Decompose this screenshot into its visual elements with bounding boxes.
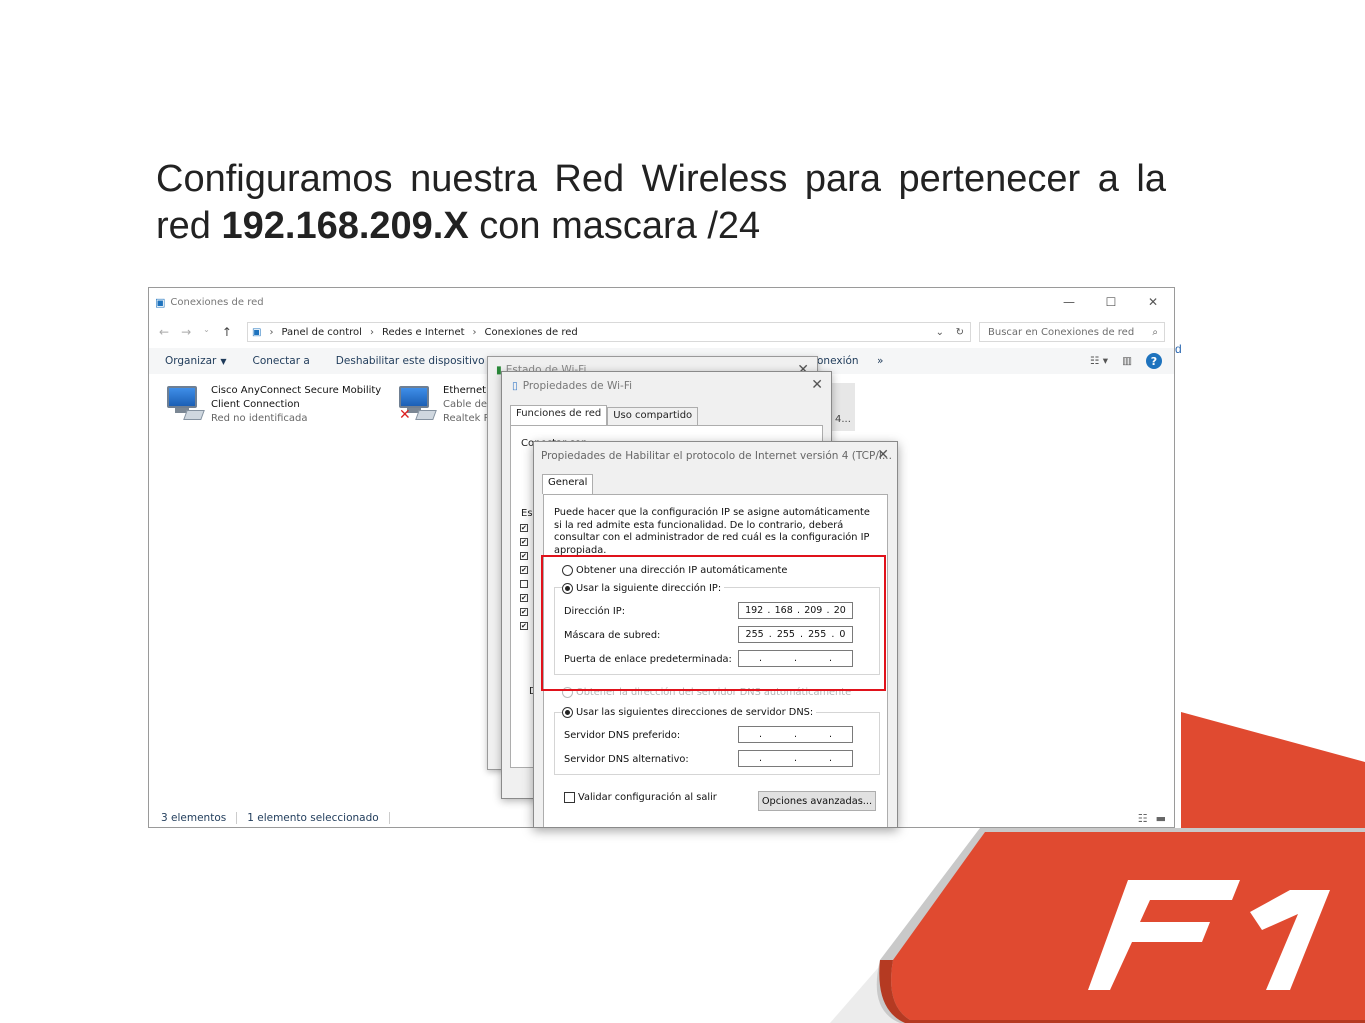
connection-button-fragment[interactable]: onexión	[817, 355, 859, 367]
manual-dns-radio[interactable]: Usar las siguientes direcciones de servi…	[562, 707, 817, 718]
selection-count: 1 elemento seleccionado	[247, 812, 379, 824]
connection-item-ethernet[interactable]: ✕ Ethernet Cable de Realtek P	[397, 384, 490, 426]
item-count: 3 elementos	[161, 812, 227, 824]
breadcrumb-item[interactable]: Redes e Internet	[382, 327, 465, 338]
disconnected-x-icon: ✕	[399, 407, 411, 423]
address-dropdown-icon[interactable]: ⌄	[936, 327, 944, 338]
close-icon[interactable]: ✕	[811, 377, 823, 393]
connection-item-cisco[interactable]: Cisco AnyConnect Secure Mobility Client …	[165, 384, 381, 426]
highlight-box	[541, 555, 886, 691]
slide-title: Configuramos nuestra Red Wireless para p…	[156, 158, 1166, 247]
details-view-icon[interactable]: ☷	[1138, 812, 1148, 825]
back-arrow-icon[interactable]: ←	[159, 325, 169, 339]
network-adapter-icon: ✕	[397, 384, 437, 424]
alternate-dns-field[interactable]: ...	[738, 750, 853, 767]
tiles-view-icon[interactable]: ▬	[1156, 812, 1166, 825]
search-input[interactable]: Buscar en Conexiones de red ⌕	[979, 322, 1165, 342]
address-bar[interactable]: ▣ › Panel de control › Redes e Internet …	[247, 322, 971, 342]
minimize-button[interactable]: —	[1048, 292, 1090, 312]
recent-chevron-icon[interactable]: ⌄	[203, 325, 210, 339]
network-adapter-icon	[165, 384, 205, 424]
tab-networking[interactable]: Funciones de red	[510, 405, 608, 425]
forward-arrow-icon[interactable]: →	[181, 325, 191, 339]
alternate-dns-label: Servidor DNS alternativo:	[564, 754, 689, 765]
network-folder-icon: ▣	[155, 295, 166, 309]
ipv4-properties-dialog: Propiedades de Habilitar el protocolo de…	[533, 441, 898, 828]
refresh-icon[interactable]: ↻	[956, 327, 964, 338]
maximize-button[interactable]: ☐	[1090, 292, 1132, 312]
disable-device-button[interactable]: Deshabilitar este dispositivo de r	[336, 355, 509, 367]
advanced-options-button[interactable]: Opciones avanzadas...	[758, 791, 876, 811]
tab-general[interactable]: General	[542, 474, 594, 494]
close-icon[interactable]: ✕	[877, 447, 889, 463]
control-panel-icon: ▣	[252, 326, 262, 338]
search-icon: ⌕	[1152, 326, 1158, 338]
validate-checkbox[interactable]: Validar configuración al salir	[564, 792, 717, 803]
organize-menu[interactable]: Organizar ▼	[165, 355, 227, 367]
tab-sharing[interactable]: Uso compartido	[607, 407, 699, 425]
network-address: 192.168.209.X	[221, 205, 469, 247]
adapter-icon: ▯	[512, 380, 518, 392]
close-button[interactable]: ✕	[1132, 292, 1174, 312]
connect-to-button[interactable]: Conectar a	[253, 355, 310, 367]
preview-pane-icon[interactable]: ▥	[1122, 355, 1132, 367]
dialog-title: Propiedades de Habilitar el protocolo de…	[541, 450, 892, 462]
change-view-icon[interactable]: ☷ ▾	[1090, 355, 1108, 367]
breadcrumb-item[interactable]: Conexiones de red	[485, 327, 578, 338]
help-icon[interactable]: ?	[1146, 353, 1162, 369]
preferred-dns-label: Servidor DNS preferido:	[564, 730, 681, 741]
window-title: ▣ Conexiones de red	[155, 295, 264, 309]
items-checklist[interactable]: ✔ ✔ ✔ ✔ ✔ ✔ ✔	[520, 524, 532, 636]
description-text: Puede hacer que la configuración IP se a…	[554, 507, 870, 556]
up-arrow-icon[interactable]: ↑	[222, 325, 232, 339]
preferred-dns-field[interactable]: ...	[738, 726, 853, 743]
breadcrumb-item[interactable]: Panel de control	[281, 327, 362, 338]
more-commands-button[interactable]: »	[877, 355, 883, 367]
